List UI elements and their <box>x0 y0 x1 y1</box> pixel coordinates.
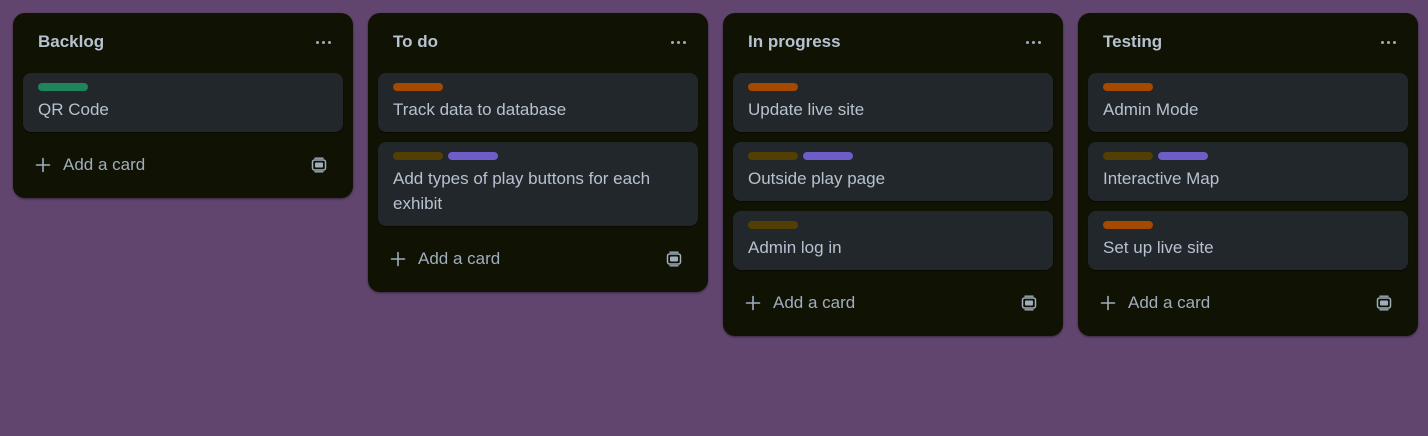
list-header: To do <box>368 13 708 71</box>
card-labels <box>393 83 683 93</box>
card[interactable]: Outside play page <box>733 142 1053 201</box>
card-labels <box>1103 221 1393 231</box>
card-title: Admin Mode <box>1103 100 1199 119</box>
add-card-label: Add a card <box>773 293 856 312</box>
list-to-do: To do Track data to database Add types of… <box>368 13 708 292</box>
card-label[interactable] <box>448 152 498 160</box>
card[interactable]: Add types of play buttons for each exhib… <box>378 142 698 226</box>
card-list: Update live site Outside play page Admin l… <box>723 71 1063 270</box>
card-title: Track data to database <box>393 100 567 119</box>
card-title: Set up live site <box>1103 238 1214 257</box>
card-labels <box>748 221 1038 231</box>
card-label[interactable] <box>803 152 853 160</box>
add-card-label: Add a card <box>418 249 501 268</box>
board: Backlog QR Code Add a card To do Track d… <box>13 13 1418 336</box>
list-header: Testing <box>1078 13 1418 71</box>
add-card-button[interactable]: Add a card <box>23 142 343 188</box>
card-label[interactable] <box>1103 83 1153 91</box>
card-title: Outside play page <box>748 169 886 188</box>
list-backlog: Backlog QR Code Add a card <box>13 13 353 198</box>
add-card-label: Add a card <box>1128 293 1211 312</box>
card-labels <box>748 152 1038 162</box>
plus-icon <box>388 249 408 269</box>
card-label[interactable] <box>1103 152 1153 160</box>
add-card-button[interactable]: Add a card <box>1088 280 1408 326</box>
card[interactable]: QR Code <box>23 73 343 132</box>
card[interactable]: Track data to database <box>378 73 698 132</box>
card-list: Admin Mode Interactive Map Set up live sit… <box>1078 71 1418 270</box>
card-label[interactable] <box>1158 152 1208 160</box>
add-card-button[interactable]: Add a card <box>378 236 698 282</box>
card-title: Add types of play buttons for each exhib… <box>393 169 651 213</box>
card-labels <box>1103 152 1393 162</box>
list-title[interactable]: Backlog <box>38 32 104 52</box>
card-template-icon[interactable] <box>664 249 684 269</box>
card-template-icon[interactable] <box>1019 293 1039 313</box>
card[interactable]: Interactive Map <box>1088 142 1408 201</box>
card[interactable]: Admin Mode <box>1088 73 1408 132</box>
add-card-label: Add a card <box>63 155 146 174</box>
list-title[interactable]: To do <box>393 32 438 52</box>
list-header: Backlog <box>13 13 353 71</box>
add-card-button[interactable]: Add a card <box>733 280 1053 326</box>
card[interactable]: Set up live site <box>1088 211 1408 270</box>
card-label[interactable] <box>1103 221 1153 229</box>
card[interactable]: Admin log in <box>733 211 1053 270</box>
list-in-progress: In progress Update live site Outside play… <box>723 13 1063 336</box>
card-title: Admin log in <box>748 238 842 257</box>
list-title[interactable]: In progress <box>748 32 841 52</box>
list-title[interactable]: Testing <box>1103 32 1162 52</box>
card-title: Interactive Map <box>1103 169 1220 188</box>
card-template-icon[interactable] <box>309 155 329 175</box>
card-label[interactable] <box>748 152 798 160</box>
card-label[interactable] <box>38 83 88 91</box>
card-labels <box>748 83 1038 93</box>
list-testing: Testing Admin Mode Interactive Map Set up … <box>1078 13 1418 336</box>
card-title: Update live site <box>748 100 865 119</box>
more-icon[interactable] <box>1024 32 1043 52</box>
plus-icon <box>33 155 53 175</box>
add-card-group: Add a card <box>388 249 500 269</box>
add-card-group: Add a card <box>1098 293 1210 313</box>
card-label[interactable] <box>393 83 443 91</box>
card-label[interactable] <box>748 83 798 91</box>
card-list: Track data to database Add types of play … <box>368 71 708 226</box>
card-labels <box>1103 83 1393 93</box>
plus-icon <box>1098 293 1118 313</box>
more-icon[interactable] <box>669 32 688 52</box>
card-title: QR Code <box>38 100 109 119</box>
card-labels <box>38 83 328 93</box>
more-icon[interactable] <box>314 32 333 52</box>
card-label[interactable] <box>393 152 443 160</box>
card-label[interactable] <box>748 221 798 229</box>
add-card-group: Add a card <box>743 293 855 313</box>
card-labels <box>393 152 683 162</box>
card-list: QR Code <box>13 71 353 132</box>
card[interactable]: Update live site <box>733 73 1053 132</box>
plus-icon <box>743 293 763 313</box>
card-template-icon[interactable] <box>1374 293 1394 313</box>
list-header: In progress <box>723 13 1063 71</box>
more-icon[interactable] <box>1379 32 1398 52</box>
add-card-group: Add a card <box>33 155 145 175</box>
